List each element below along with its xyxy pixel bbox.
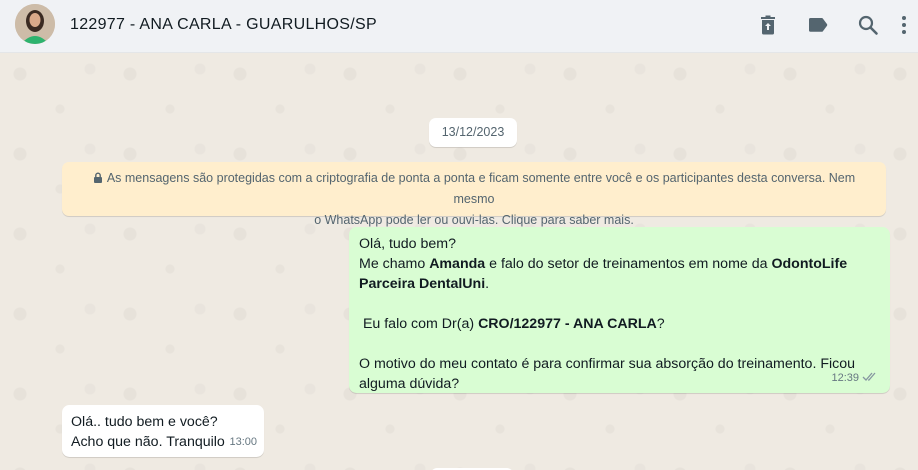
message-text: . <box>485 276 490 292</box>
message-line: Eu falo com Dr(a) CRO/122977 - ANA CARLA… <box>359 314 880 334</box>
message-text: e falo do setor de treinamentos em nome … <box>485 256 772 272</box>
message-text: Eu falo com Dr(a) <box>359 316 479 332</box>
message-timestamp: 13:00 <box>229 436 257 448</box>
message-line: Me chamo Amanda e falo do setor de trein… <box>359 254 880 274</box>
menu-icon[interactable] <box>900 13 918 37</box>
message-spacer <box>359 294 880 314</box>
trash-icon[interactable] <box>756 13 780 37</box>
chat-area[interactable]: 13/12/2023 As mensagens são protegidas c… <box>0 54 918 470</box>
message-spacer <box>359 334 880 354</box>
partner-name: Parceira DentalUni <box>359 276 486 292</box>
message-line: Olá, tudo bem? <box>359 236 457 252</box>
chat-header: 122977 - ANA CARLA - GUARULHOS/SP <box>0 0 918 53</box>
company-name: OdontoLife <box>771 256 848 272</box>
message-line: Olá.. tudo bem e você? <box>71 414 218 430</box>
message-line: Parceira DentalUni. <box>359 274 880 294</box>
message-line: Acho que não. Tranquilo <box>71 434 225 450</box>
time-text: 12:39 <box>831 372 859 384</box>
lock-icon <box>93 172 102 183</box>
label-icon[interactable] <box>806 13 830 37</box>
encryption-text-1: As mensagens são protegidas com a cripto… <box>106 171 856 206</box>
contact-name[interactable]: 122977 - ANA CARLA - GUARULHOS/SP <box>70 16 377 34</box>
date-divider: 13/12/2023 <box>429 118 517 147</box>
message-text: Me chamo <box>359 256 430 272</box>
avatar[interactable] <box>15 4 55 44</box>
search-icon[interactable] <box>856 13 880 37</box>
outgoing-message[interactable]: Olá, tudo bem? Me chamo Amanda e falo do… <box>349 227 890 393</box>
message-text: ? <box>656 316 665 332</box>
message-timestamp: 12:39 <box>831 368 878 388</box>
message-line: O motivo do meu contato é para confirmar… <box>359 356 856 372</box>
read-receipt-icon <box>862 372 876 381</box>
incoming-message[interactable]: Olá.. tudo bem e você? Acho que não. Tra… <box>62 405 264 457</box>
sender-name: Amanda <box>429 256 486 272</box>
cro-identifier: CRO/122977 - ANA CARLA <box>478 316 657 332</box>
encryption-notice[interactable]: As mensagens são protegidas com a cripto… <box>62 162 886 227</box>
encryption-line-1: As mensagens são protegidas com a cripto… <box>72 168 876 210</box>
message-line: alguma dúvida? <box>359 376 460 392</box>
avatar-image <box>15 4 55 44</box>
